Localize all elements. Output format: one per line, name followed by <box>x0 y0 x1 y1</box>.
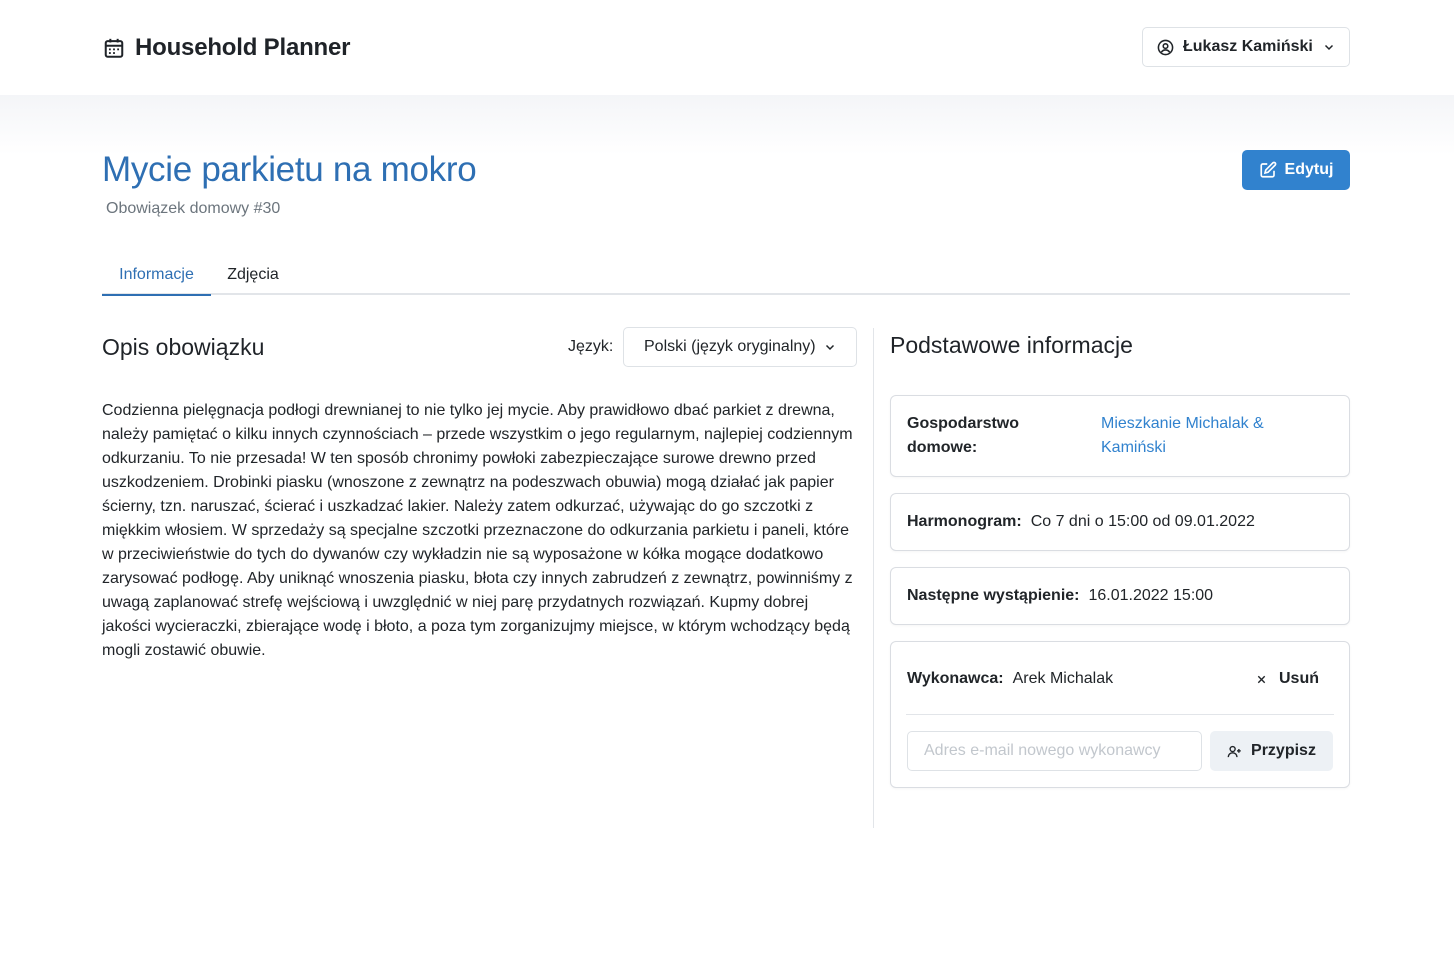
assignee-value: Arek Michalak <box>1012 670 1114 687</box>
header-shadow <box>0 95 1454 155</box>
tabs: Informacje Zdjęcia <box>102 255 1350 296</box>
language-value: Polski (język oryginalny) <box>644 338 816 355</box>
household-card: Gospodarstwo domowe: Mieszkanie Michalak… <box>890 395 1350 477</box>
tab-zdjecia[interactable]: Zdjęcia <box>211 255 295 295</box>
edit-icon <box>1259 161 1277 179</box>
assignee-email-input[interactable] <box>907 731 1202 771</box>
next-occurrence-card: Następne wystąpienie: 16.01.2022 15:00 <box>890 567 1350 625</box>
brand[interactable]: Household Planner <box>103 33 350 63</box>
description-text: Codzienna pielęgnacja podłogi drewnianej… <box>102 402 853 659</box>
assign-button[interactable]: Przypisz <box>1210 731 1333 771</box>
user-plus-icon <box>1227 744 1242 759</box>
divider <box>906 714 1334 715</box>
remove-label: Usuń <box>1279 670 1319 687</box>
schedule-value: Co 7 dni o 15:00 od 09.01.2022 <box>1030 513 1255 530</box>
tab-informacje[interactable]: Informacje <box>102 255 211 296</box>
schedule-label: Harmonogram: <box>907 513 1022 530</box>
page-title: Mycie parkietu na mokro <box>102 150 477 189</box>
language-select[interactable]: Polski (język oryginalny) <box>623 327 857 367</box>
next-occurrence-value: 16.01.2022 15:00 <box>1088 587 1214 604</box>
column-divider <box>873 328 874 828</box>
next-occurrence-label: Następne wystąpienie: <box>907 587 1080 604</box>
close-icon <box>1256 674 1267 685</box>
chevron-down-icon <box>824 341 836 353</box>
edit-button[interactable]: Edytuj <box>1242 150 1350 190</box>
household-link[interactable]: Mieszkanie Michalak & Kamiński <box>1101 412 1301 460</box>
user-menu-button[interactable]: Łukasz Kamiński <box>1142 27 1350 67</box>
language-label: Język: <box>568 338 614 355</box>
household-label: Gospodarstwo domowe: <box>907 415 1020 456</box>
info-title: Podstawowe informacje <box>890 332 1133 358</box>
calendar-icon <box>103 37 125 59</box>
app-name: Household Planner <box>135 34 351 61</box>
description-title: Opis obowiązku <box>102 334 265 360</box>
user-name: Łukasz Kamiński <box>1183 38 1313 55</box>
chevron-down-icon <box>1323 41 1335 53</box>
page-subtitle: Obowiązek domowy #30 <box>106 200 281 217</box>
remove-assignee-button[interactable]: Usuń <box>1256 667 1319 691</box>
top-navbar: Household Planner Łukasz Kamiński <box>0 0 1454 95</box>
edit-label: Edytuj <box>1284 161 1334 178</box>
user-circle-icon <box>1157 39 1174 56</box>
assignee-label: Wykonawca: <box>907 670 1004 687</box>
schedule-card: Harmonogram: Co 7 dni o 15:00 od 09.01.2… <box>890 493 1350 551</box>
assign-label: Przypisz <box>1251 742 1316 759</box>
